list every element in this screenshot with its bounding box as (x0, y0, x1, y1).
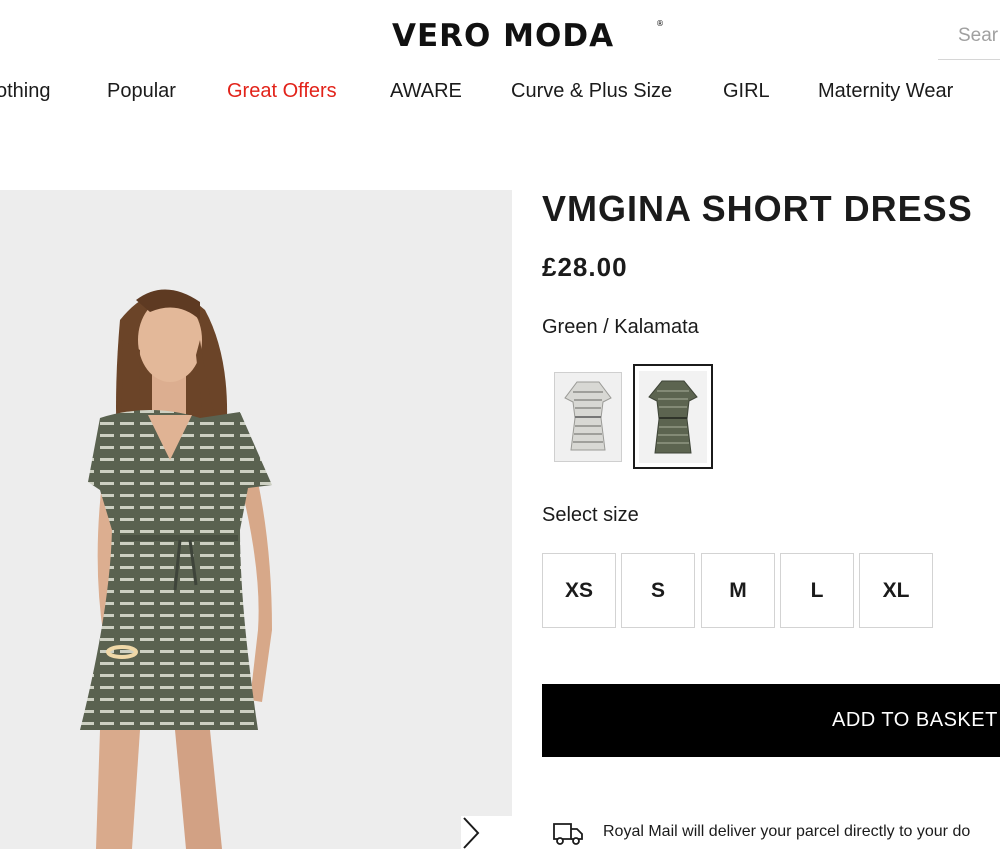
search-input[interactable] (958, 24, 1000, 47)
selected-color-name: Green / Kalamata (542, 316, 699, 338)
color-swatch-white-stripe[interactable] (548, 364, 628, 469)
size-button-l[interactable]: L (780, 553, 854, 628)
nav-item-maternity-wear[interactable]: Maternity Wear (818, 78, 953, 104)
chevron-right-icon (463, 817, 480, 849)
size-button-xl[interactable]: XL (859, 553, 933, 628)
product-main-image[interactable] (0, 190, 512, 849)
nav-item-great-offers[interactable]: Great Offers (227, 78, 337, 104)
brand-logo[interactable]: VERO MODA ® (392, 18, 672, 58)
model-photo (80, 289, 272, 849)
next-image-button[interactable] (461, 816, 512, 849)
size-button-s[interactable]: S (621, 553, 695, 628)
add-to-basket-label: ADD TO BASKET (832, 709, 998, 731)
size-button-m[interactable]: M (701, 553, 775, 628)
logo-text: VERO MODA (392, 18, 615, 54)
product-title: VMGINA SHORT DRESS (542, 188, 973, 229)
size-button-xs[interactable]: XS (542, 553, 616, 628)
nav-item-clothing[interactable]: othing (0, 78, 51, 104)
nav-item-girl[interactable]: GIRL (723, 78, 770, 104)
swatch-thumbnail (648, 380, 698, 453)
delivery-info-text: Royal Mail will deliver your parcel dire… (603, 823, 971, 840)
add-to-basket-button[interactable]: ADD TO BASKET (542, 684, 1000, 757)
nav-item-popular[interactable]: Popular (107, 78, 176, 104)
color-swatch-green-kalamata[interactable] (633, 364, 713, 469)
product-price: £28.00 (542, 252, 628, 282)
truck-icon (553, 823, 583, 845)
registered-mark: ® (656, 19, 664, 28)
select-size-label: Select size (542, 504, 639, 526)
nav-item-curve-plus-size[interactable]: Curve & Plus Size (511, 78, 672, 104)
nav-item-aware[interactable]: AWARE (390, 78, 462, 104)
main-nav: othing Popular Great Offers AWARE Curve … (0, 78, 1000, 106)
swatch-thumbnail (564, 381, 612, 450)
search-box[interactable] (938, 12, 1000, 60)
